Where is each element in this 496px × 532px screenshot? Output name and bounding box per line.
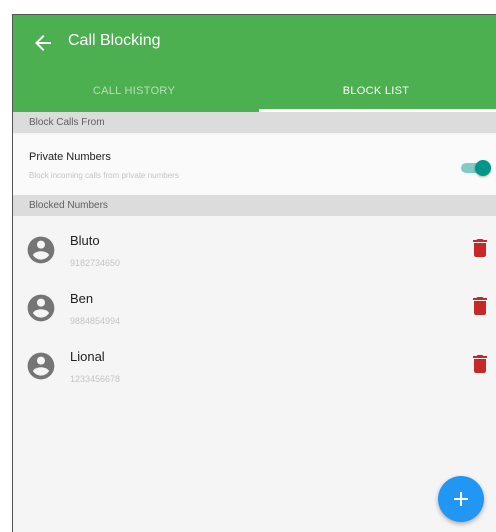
tab-block-list[interactable]: BLOCK LIST xyxy=(255,77,496,112)
page-title: Call Blocking xyxy=(68,32,161,49)
private-numbers-subtitle: Block incoming calls from private number… xyxy=(29,171,179,180)
person-icon xyxy=(27,294,55,322)
contact-name: Bluto xyxy=(70,233,100,248)
section-header-blocked-numbers: Blocked Numbers xyxy=(13,195,496,216)
delete-icon[interactable] xyxy=(473,239,487,257)
contact-number: 9884854994 xyxy=(70,316,121,326)
contact-name: Ben xyxy=(70,291,94,306)
contact-number: 9182734650 xyxy=(70,258,121,268)
list-item[interactable]: Bluto 9182734650 xyxy=(13,228,496,286)
list-item[interactable]: Ben 9884854994 xyxy=(13,286,496,344)
section-header-block-calls-from: Block Calls From xyxy=(13,112,496,133)
private-numbers-toggle[interactable] xyxy=(461,160,491,176)
app-window: Call Blocking CALL HISTORY BLOCK LIST Bl… xyxy=(12,14,496,532)
contact-name: Lional xyxy=(70,349,105,364)
back-button[interactable] xyxy=(31,31,55,55)
app-bar: Call Blocking CALL HISTORY BLOCK LIST xyxy=(13,15,496,112)
person-icon xyxy=(27,236,55,264)
plus-icon xyxy=(454,492,468,506)
delete-icon[interactable] xyxy=(473,297,487,315)
toggle-thumb xyxy=(475,160,491,176)
person-icon xyxy=(27,352,55,380)
contact-number: 1233456678 xyxy=(70,374,121,384)
private-numbers-row[interactable]: Private Numbers Block incoming calls fro… xyxy=(13,135,496,195)
list-item[interactable]: Lional 1233456678 xyxy=(13,344,496,402)
delete-icon[interactable] xyxy=(473,355,487,373)
private-numbers-title: Private Numbers xyxy=(29,151,111,163)
tab-bar: CALL HISTORY BLOCK LIST xyxy=(13,77,496,112)
add-blocked-number-button[interactable] xyxy=(438,476,484,522)
tab-call-history[interactable]: CALL HISTORY xyxy=(13,77,255,112)
arrow-back-icon xyxy=(35,35,51,51)
